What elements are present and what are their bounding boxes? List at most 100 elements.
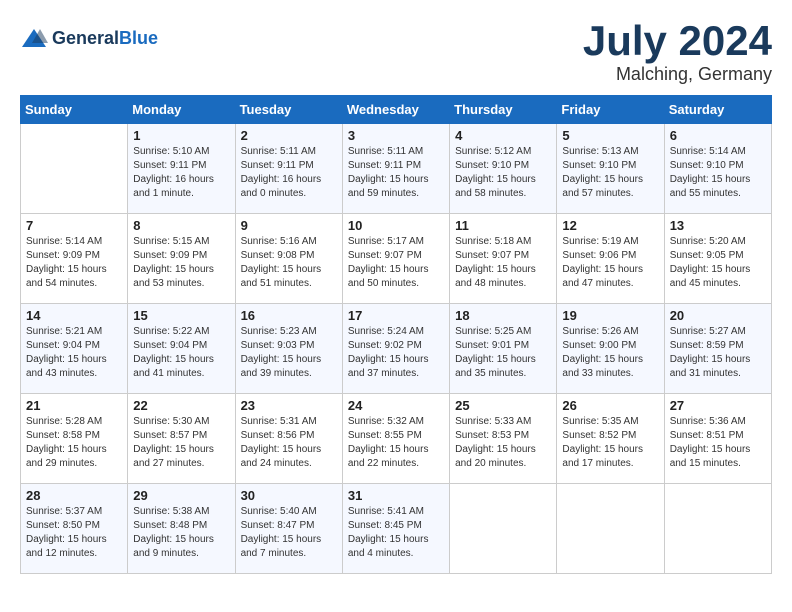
calendar-cell: 29Sunrise: 5:38 AM Sunset: 8:48 PM Dayli…	[128, 484, 235, 574]
weekday-header: Monday	[128, 96, 235, 124]
calendar-week-row: 1Sunrise: 5:10 AM Sunset: 9:11 PM Daylig…	[21, 124, 772, 214]
day-info: Sunrise: 5:15 AM Sunset: 9:09 PM Dayligh…	[133, 235, 229, 291]
day-info: Sunrise: 5:21 AM Sunset: 9:04 PM Dayligh…	[26, 325, 122, 381]
day-number: 24	[348, 398, 444, 413]
day-number: 18	[455, 308, 551, 323]
location: Malching, Germany	[583, 64, 772, 85]
calendar-cell: 16 Sunrise: 5:23 AM Sunset: 9:03 PM Dayli…	[235, 304, 342, 394]
calendar-cell: 25 Sunrise: 5:33 AM Sunset: 8:53 PM Dayli…	[450, 394, 557, 484]
day-number: 8	[133, 218, 229, 233]
logo-text-line1: GeneralBlue	[52, 29, 158, 49]
day-info: Sunrise: 5:38 AM Sunset: 8:48 PM Dayligh…	[133, 505, 229, 561]
logo: GeneralBlue	[20, 25, 158, 53]
day-info: Sunrise: 5:16 AM Sunset: 9:08 PM Dayligh…	[241, 235, 337, 291]
day-number: 27	[670, 398, 766, 413]
weekday-row: SundayMondayTuesdayWednesdayThursdayFrid…	[21, 96, 772, 124]
day-number: 11	[455, 218, 551, 233]
day-info: Sunrise: 5:12 AM Sunset: 9:10 PM Dayligh…	[455, 145, 551, 201]
calendar-cell: 18 Sunrise: 5:25 AM Sunset: 9:01 PM Dayli…	[450, 304, 557, 394]
day-number: 31	[348, 488, 444, 503]
day-info: Sunrise: 5:28 AM Sunset: 8:58 PM Dayligh…	[26, 415, 122, 471]
day-info: Sunrise: 5:13 AM Sunset: 9:10 PM Dayligh…	[562, 145, 658, 201]
day-info: Sunrise: 5:14 AM Sunset: 9:09 PM Dayligh…	[26, 235, 122, 291]
calendar-cell: 1Sunrise: 5:10 AM Sunset: 9:11 PM Daylig…	[128, 124, 235, 214]
day-info: Sunrise: 5:30 AM Sunset: 8:57 PM Dayligh…	[133, 415, 229, 471]
day-info: Sunrise: 5:11 AM Sunset: 9:11 PM Dayligh…	[241, 145, 337, 201]
calendar-week-row: 21 Sunrise: 5:28 AM Sunset: 8:58 PM Dayli…	[21, 394, 772, 484]
day-number: 2	[241, 128, 337, 143]
calendar-cell: 15 Sunrise: 5:22 AM Sunset: 9:04 PM Dayli…	[128, 304, 235, 394]
day-info: Sunrise: 5:33 AM Sunset: 8:53 PM Dayligh…	[455, 415, 551, 471]
day-number: 28	[26, 488, 122, 503]
calendar-cell: 14 Sunrise: 5:21 AM Sunset: 9:04 PM Dayli…	[21, 304, 128, 394]
day-number: 25	[455, 398, 551, 413]
calendar-table: SundayMondayTuesdayWednesdayThursdayFrid…	[20, 95, 772, 574]
calendar-cell: 9Sunrise: 5:16 AM Sunset: 9:08 PM Daylig…	[235, 214, 342, 304]
calendar-cell: 17Sunrise: 5:24 AM Sunset: 9:02 PM Dayli…	[342, 304, 449, 394]
logo-icon	[20, 25, 48, 53]
calendar-cell: 5 Sunrise: 5:13 AM Sunset: 9:10 PM Daylig…	[557, 124, 664, 214]
calendar-cell: 27 Sunrise: 5:36 AM Sunset: 8:51 PM Dayli…	[664, 394, 771, 484]
weekday-header: Tuesday	[235, 96, 342, 124]
day-number: 17	[348, 308, 444, 323]
calendar-cell	[450, 484, 557, 574]
calendar-cell: 3Sunrise: 5:11 AM Sunset: 9:11 PM Daylig…	[342, 124, 449, 214]
day-number: 6	[670, 128, 766, 143]
day-number: 16	[241, 308, 337, 323]
calendar-cell: 7 Sunrise: 5:14 AM Sunset: 9:09 PM Daylig…	[21, 214, 128, 304]
day-number: 22	[133, 398, 229, 413]
calendar-body: 1Sunrise: 5:10 AM Sunset: 9:11 PM Daylig…	[21, 124, 772, 574]
day-info: Sunrise: 5:25 AM Sunset: 9:01 PM Dayligh…	[455, 325, 551, 381]
calendar-cell	[557, 484, 664, 574]
calendar-cell: 19Sunrise: 5:26 AM Sunset: 9:00 PM Dayli…	[557, 304, 664, 394]
calendar-cell: 26 Sunrise: 5:35 AM Sunset: 8:52 PM Dayli…	[557, 394, 664, 484]
calendar-cell: 12Sunrise: 5:19 AM Sunset: 9:06 PM Dayli…	[557, 214, 664, 304]
page-header: GeneralBlue July 2024 Malching, Germany	[20, 20, 772, 85]
weekday-header: Sunday	[21, 96, 128, 124]
day-info: Sunrise: 5:27 AM Sunset: 8:59 PM Dayligh…	[670, 325, 766, 381]
day-number: 5	[562, 128, 658, 143]
calendar-week-row: 14 Sunrise: 5:21 AM Sunset: 9:04 PM Dayli…	[21, 304, 772, 394]
day-number: 14	[26, 308, 122, 323]
day-info: Sunrise: 5:31 AM Sunset: 8:56 PM Dayligh…	[241, 415, 337, 471]
day-number: 1	[133, 128, 229, 143]
calendar-cell: 21 Sunrise: 5:28 AM Sunset: 8:58 PM Dayli…	[21, 394, 128, 484]
day-number: 10	[348, 218, 444, 233]
calendar-cell: 6 Sunrise: 5:14 AM Sunset: 9:10 PM Daylig…	[664, 124, 771, 214]
title-block: July 2024 Malching, Germany	[583, 20, 772, 85]
day-number: 30	[241, 488, 337, 503]
day-info: Sunrise: 5:23 AM Sunset: 9:03 PM Dayligh…	[241, 325, 337, 381]
calendar-cell: 11 Sunrise: 5:18 AM Sunset: 9:07 PM Dayli…	[450, 214, 557, 304]
calendar-week-row: 28 Sunrise: 5:37 AM Sunset: 8:50 PM Dayli…	[21, 484, 772, 574]
day-info: Sunrise: 5:11 AM Sunset: 9:11 PM Dayligh…	[348, 145, 444, 201]
day-info: Sunrise: 5:37 AM Sunset: 8:50 PM Dayligh…	[26, 505, 122, 561]
day-info: Sunrise: 5:18 AM Sunset: 9:07 PM Dayligh…	[455, 235, 551, 291]
calendar-cell: 8 Sunrise: 5:15 AM Sunset: 9:09 PM Daylig…	[128, 214, 235, 304]
day-info: Sunrise: 5:22 AM Sunset: 9:04 PM Dayligh…	[133, 325, 229, 381]
calendar-cell	[664, 484, 771, 574]
day-number: 4	[455, 128, 551, 143]
month-title: July 2024	[583, 20, 772, 62]
calendar-header: SundayMondayTuesdayWednesdayThursdayFrid…	[21, 96, 772, 124]
day-info: Sunrise: 5:14 AM Sunset: 9:10 PM Dayligh…	[670, 145, 766, 201]
day-number: 26	[562, 398, 658, 413]
day-info: Sunrise: 5:40 AM Sunset: 8:47 PM Dayligh…	[241, 505, 337, 561]
day-info: Sunrise: 5:35 AM Sunset: 8:52 PM Dayligh…	[562, 415, 658, 471]
day-number: 20	[670, 308, 766, 323]
calendar-cell: 23Sunrise: 5:31 AM Sunset: 8:56 PM Dayli…	[235, 394, 342, 484]
weekday-header: Wednesday	[342, 96, 449, 124]
calendar-cell: 4 Sunrise: 5:12 AM Sunset: 9:10 PM Daylig…	[450, 124, 557, 214]
day-info: Sunrise: 5:26 AM Sunset: 9:00 PM Dayligh…	[562, 325, 658, 381]
calendar-cell: 20 Sunrise: 5:27 AM Sunset: 8:59 PM Dayli…	[664, 304, 771, 394]
weekday-header: Saturday	[664, 96, 771, 124]
day-number: 7	[26, 218, 122, 233]
calendar-cell: 10Sunrise: 5:17 AM Sunset: 9:07 PM Dayli…	[342, 214, 449, 304]
calendar-cell: 24Sunrise: 5:32 AM Sunset: 8:55 PM Dayli…	[342, 394, 449, 484]
day-info: Sunrise: 5:19 AM Sunset: 9:06 PM Dayligh…	[562, 235, 658, 291]
day-number: 21	[26, 398, 122, 413]
day-info: Sunrise: 5:20 AM Sunset: 9:05 PM Dayligh…	[670, 235, 766, 291]
calendar-week-row: 7 Sunrise: 5:14 AM Sunset: 9:09 PM Daylig…	[21, 214, 772, 304]
day-info: Sunrise: 5:41 AM Sunset: 8:45 PM Dayligh…	[348, 505, 444, 561]
day-number: 15	[133, 308, 229, 323]
day-info: Sunrise: 5:36 AM Sunset: 8:51 PM Dayligh…	[670, 415, 766, 471]
